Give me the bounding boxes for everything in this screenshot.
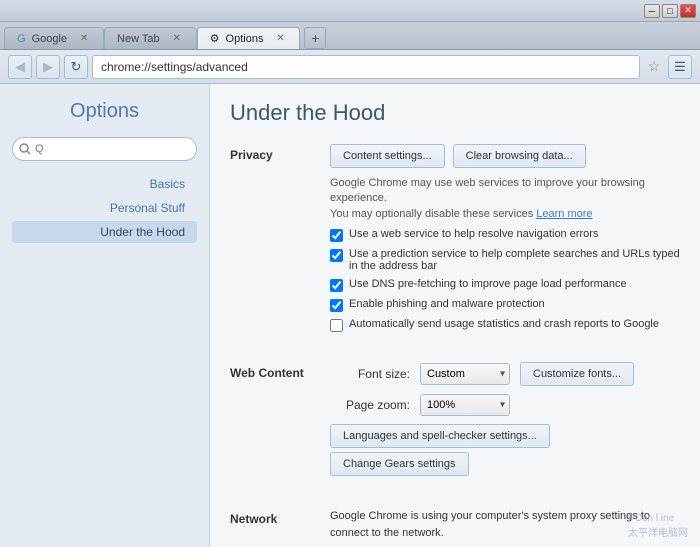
privacy-description: Google Chrome may use web services to im…	[330, 176, 680, 222]
learn-more-link[interactable]: Learn more	[536, 208, 592, 220]
checkbox-phishing-input[interactable]	[330, 299, 343, 312]
web-content-buttons: Languages and spell-checker settings... …	[330, 424, 680, 476]
minimize-button[interactable]: ─	[644, 4, 660, 18]
checkbox-stats: Automatically send usage statistics and …	[330, 318, 680, 332]
clear-browsing-data-button[interactable]: Clear browsing data...	[453, 144, 586, 168]
page-zoom-label: Page zoom:	[330, 398, 410, 412]
web-content-content: Font size: Custom Very Small Small Mediu…	[330, 362, 680, 484]
checkbox-prediction-label: Use a prediction service to help complet…	[349, 248, 680, 272]
checkbox-prediction-input[interactable]	[330, 249, 343, 262]
font-size-select-wrapper: Custom Very Small Small Medium Large Ver…	[420, 363, 510, 385]
checkbox-stats-input[interactable]	[330, 319, 343, 332]
tab-close-options[interactable]: ✕	[273, 32, 287, 46]
address-text: chrome://settings/advanced	[101, 60, 631, 74]
page-zoom-select-wrapper: 75% 90% 100% 110% 125% 150%	[420, 394, 510, 416]
bookmark-star-icon[interactable]: ☆	[644, 57, 664, 77]
sidebar-item-personal-stuff[interactable]: Personal Stuff	[12, 197, 197, 219]
page-zoom-row: Page zoom: 75% 90% 100% 110% 125% 150%	[330, 394, 680, 416]
privacy-section: Privacy Content settings... Clear browsi…	[230, 144, 680, 338]
nav-bar: ◀ ▶ ↻ chrome://settings/advanced ☆ ☰	[0, 50, 700, 84]
refresh-button[interactable]: ↻	[64, 55, 88, 79]
search-input[interactable]	[12, 137, 197, 161]
checkbox-phishing: Enable phishing and malware protection	[330, 298, 680, 312]
languages-settings-button[interactable]: Languages and spell-checker settings...	[330, 424, 550, 448]
watermark: PCon l ine太平洋电脑网	[628, 513, 688, 539]
change-gears-button[interactable]: Change Gears settings	[330, 452, 469, 476]
checkbox-stats-label: Automatically send usage statistics and …	[349, 318, 659, 330]
sidebar-item-under-the-hood[interactable]: Under the Hood	[12, 221, 197, 243]
web-content-section: Web Content Font size: Custom Very Small…	[230, 362, 680, 484]
window-controls: ─ □ ✕	[644, 4, 696, 18]
forward-button[interactable]: ▶	[36, 55, 60, 79]
tab-google[interactable]: G Google ✕	[4, 27, 104, 49]
sidebar-title: Options	[12, 100, 197, 123]
font-size-label: Font size:	[330, 367, 410, 381]
back-button[interactable]: ◀	[8, 55, 32, 79]
network-label: Network	[230, 508, 330, 547]
tab-favicon-options: ⚙	[210, 32, 220, 45]
address-bar[interactable]: chrome://settings/advanced	[92, 55, 640, 79]
content-settings-button[interactable]: Content settings...	[330, 144, 445, 168]
privacy-content: Content settings... Clear browsing data.…	[330, 144, 680, 338]
wrench-menu-button[interactable]: ☰	[668, 55, 692, 79]
tab-close-newtab[interactable]: ✕	[170, 32, 184, 46]
checkbox-prediction: Use a prediction service to help complet…	[330, 248, 680, 272]
privacy-buttons: Content settings... Clear browsing data.…	[330, 144, 680, 168]
main-content: Options Basics Personal Stuff Under the …	[0, 84, 700, 547]
checkbox-nav-errors-label: Use a web service to help resolve naviga…	[349, 228, 598, 240]
tab-newtab[interactable]: New Tab ✕	[104, 27, 197, 49]
font-size-select[interactable]: Custom Very Small Small Medium Large Ver…	[420, 363, 510, 385]
font-size-row: Font size: Custom Very Small Small Mediu…	[330, 362, 680, 386]
tab-label-newtab: New Tab	[117, 33, 160, 45]
checkbox-dns-label: Use DNS pre-fetching to improve page loa…	[349, 278, 627, 290]
tab-bar: G Google ✕ New Tab ✕ ⚙ Options ✕ +	[0, 22, 700, 50]
customize-fonts-button[interactable]: Customize fonts...	[520, 362, 634, 386]
checkbox-phishing-label: Enable phishing and malware protection	[349, 298, 545, 310]
tab-favicon-google: G	[17, 33, 26, 45]
checkbox-nav-errors-input[interactable]	[330, 229, 343, 242]
maximize-button[interactable]: □	[662, 4, 678, 18]
sidebar-item-basics[interactable]: Basics	[12, 173, 197, 195]
title-bar: ─ □ ✕	[0, 0, 700, 22]
network-section: Network Google Chrome is using your comp…	[230, 508, 680, 547]
tab-label-options: Options	[226, 33, 264, 45]
checkbox-dns: Use DNS pre-fetching to improve page loa…	[330, 278, 680, 292]
page-zoom-select[interactable]: 75% 90% 100% 110% 125% 150%	[420, 394, 510, 416]
tab-options[interactable]: ⚙ Options ✕	[197, 27, 301, 49]
checkbox-nav-errors: Use a web service to help resolve naviga…	[330, 228, 680, 242]
sidebar: Options Basics Personal Stuff Under the …	[0, 84, 210, 547]
new-tab-button[interactable]: +	[304, 27, 326, 49]
privacy-label: Privacy	[230, 144, 330, 338]
tab-label-google: Google	[32, 33, 67, 45]
close-button[interactable]: ✕	[680, 4, 696, 18]
tab-close-google[interactable]: ✕	[77, 32, 91, 46]
checkbox-dns-input[interactable]	[330, 279, 343, 292]
web-content-label: Web Content	[230, 362, 330, 484]
settings-panel: Under the Hood Privacy Content settings.…	[210, 84, 700, 547]
page-title: Under the Hood	[230, 100, 680, 126]
